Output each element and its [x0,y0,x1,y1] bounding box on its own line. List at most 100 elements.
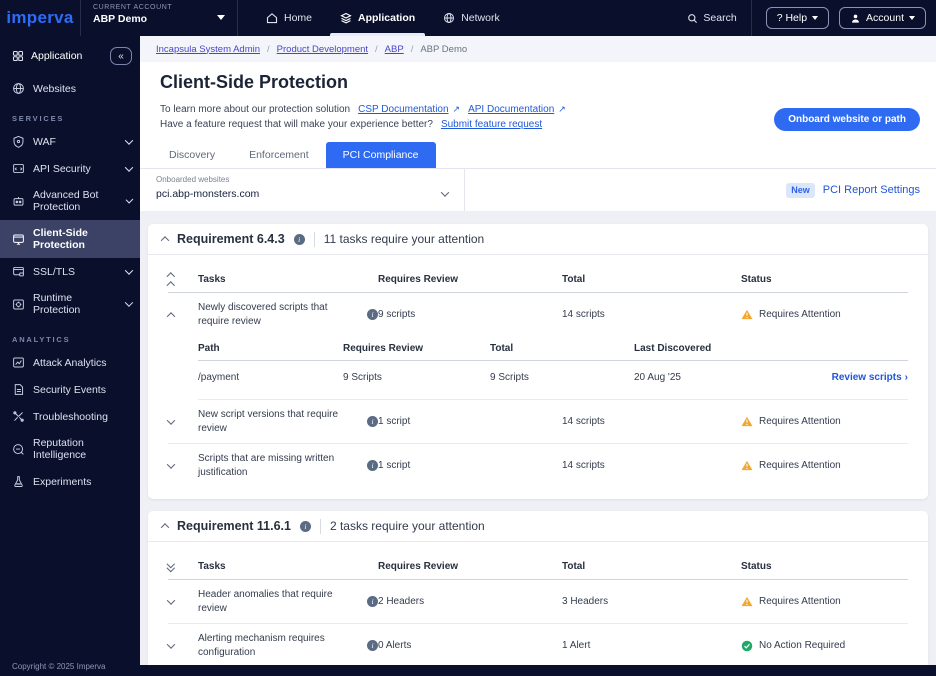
nav-application-label: Application [358,12,415,24]
top-bar-right: Search ? Help Account [687,0,936,36]
expand-row-icon[interactable] [167,596,175,604]
sidebar-item-label: WAF [33,136,56,148]
chevron-down-icon [126,196,134,204]
sidebar-item-label: Experiments [33,476,91,488]
sidebar-item-label: Troubleshooting [33,411,108,423]
api-documentation-link[interactable]: API Documentation [468,104,554,115]
info-icon[interactable]: i [367,640,378,651]
requirement-11-6-1-body: Tasks Requires Review Total Status Heade… [148,542,928,665]
info-icon[interactable]: i [294,234,305,245]
sidebar-item-label: API Security [33,163,91,175]
task-row: Alerting mechanism requires configuratio… [168,624,908,665]
bot-icon [12,195,25,208]
sidebar-item-attack-analytics[interactable]: Attack Analytics [0,349,140,376]
col-total: Total [562,274,741,285]
collapse-chevron-icon[interactable] [161,523,169,531]
requirement-6-4-3-header: Requirement 6.4.3 i 11 tasks require you… [148,224,928,255]
nav-home-label: Home [284,12,312,24]
sidebar-item-experiments[interactable]: Experiments [0,468,140,495]
breadcrumb-link[interactable]: Incapsula System Admin [156,44,260,55]
col-tasks: Tasks [198,274,378,285]
sidebar-item-waf[interactable]: WAF [0,128,140,155]
collapse-chevron-icon[interactable] [161,236,169,244]
nav-network-label: Network [461,12,500,24]
onboarded-websites-select[interactable]: Onboarded websites pci.abp-monsters.com [140,169,465,211]
sidebar-item-label: SSL/TLS [33,266,75,278]
experiments-icon [12,475,25,488]
review-scripts-link[interactable]: Review scripts › [832,372,908,383]
sidebar-item-runtime-protection[interactable]: Runtime Protection [0,285,140,323]
task-row: Header anomalies that require review i 2… [168,580,908,624]
info-icon[interactable]: i [367,416,378,427]
current-account-selector[interactable]: CURRENT ACCOUNT ABP Demo [80,0,238,36]
chevron-down-icon [217,15,225,20]
expand-row-icon[interactable] [167,460,175,468]
expand-row-icon[interactable] [167,640,175,648]
col-requires-review: Requires Review [378,274,562,285]
sidebar-item-reputation-intelligence[interactable]: Reputation Intelligence [0,430,140,468]
sidebar-item-websites[interactable]: Websites [0,75,140,102]
current-account-value: ABP Demo [93,13,225,25]
user-icon [850,13,861,24]
help-button[interactable]: ? Help [766,7,829,29]
sidebar-item-advanced-bot-protection[interactable]: Advanced Bot Protection [0,182,140,220]
sidebar-item-troubleshooting[interactable]: Troubleshooting [0,403,140,430]
status-badge: Requires Attention [741,460,908,471]
info-icon[interactable]: i [367,596,378,607]
account-label: Account [866,12,904,24]
chevron-down-icon [125,163,133,171]
divider [314,232,315,247]
collapse-all-icon[interactable] [168,271,198,288]
tab-discovery[interactable]: Discovery [152,142,232,168]
breadcrumb-link[interactable]: Product Development [277,44,368,55]
col-tasks: Tasks [198,561,378,572]
info-icon[interactable]: i [367,309,378,320]
breadcrumb-separator: / [375,44,378,55]
chevron-down-icon [125,298,133,306]
search-button[interactable]: Search [687,12,736,24]
filter-bar: Onboarded websites pci.abp-monsters.com … [140,169,936,211]
sidebar-collapse-button[interactable]: « [110,47,132,65]
tools-icon [12,410,25,423]
external-link-icon: ↗ [558,104,566,115]
breadcrumb-link[interactable]: ABP [385,44,404,55]
nav-application[interactable]: Application [326,0,429,36]
sidebar-item-ssl-tls[interactable]: SSL/TLS [0,258,140,285]
sidebar-item-client-side-protection[interactable]: Client-Side Protection [0,220,140,258]
onboarded-websites-label: Onboarded websites [156,175,448,184]
expand-all-icon[interactable] [168,563,198,570]
col-requires-review: Requires Review [343,343,490,354]
page-title: Client-Side Protection [140,72,936,93]
status-text: Requires Attention [759,416,841,427]
expand-row-icon[interactable] [167,416,175,424]
submit-feature-request-link[interactable]: Submit feature request [441,119,542,130]
tab-pci-compliance[interactable]: PCI Compliance [326,142,436,168]
sidebar-item-api-security[interactable]: API Security [0,155,140,182]
col-status: Status [741,274,908,285]
reputation-icon [12,443,25,456]
tab-enforcement[interactable]: Enforcement [232,142,326,168]
account-button[interactable]: Account [839,7,926,29]
globe-icon [12,82,25,95]
nav-network[interactable]: Network [429,0,514,36]
csp-documentation-link[interactable]: CSP Documentation [358,104,448,115]
info-icon[interactable]: i [300,521,311,532]
chevron-down-icon [812,16,818,20]
info-icon[interactable]: i [367,460,378,471]
sidebar-header: Application « [0,36,140,75]
selected-website: pci.abp-monsters.com [156,188,259,200]
collapse-row-icon[interactable] [167,312,175,320]
sidebar-item-security-events[interactable]: Security Events [0,376,140,403]
onboard-website-button[interactable]: Onboard website or path [774,108,920,131]
runtime-icon [12,298,25,311]
pci-report-settings-link[interactable]: PCI Report Settings [823,184,920,196]
total-value: 3 Headers [562,596,741,607]
task-row: New script versions that require review … [168,400,908,444]
network-icon [443,12,455,24]
requires-review-value: 1 script [378,416,562,427]
nested-paths-table: Path Requires Review Total Last Discover… [198,336,908,400]
task-name: Header anomalies that require review [198,588,359,615]
col-path: Path [198,343,343,354]
nav-home[interactable]: Home [252,0,326,36]
sidebar-section-analytics: ANALYTICS [0,323,140,349]
